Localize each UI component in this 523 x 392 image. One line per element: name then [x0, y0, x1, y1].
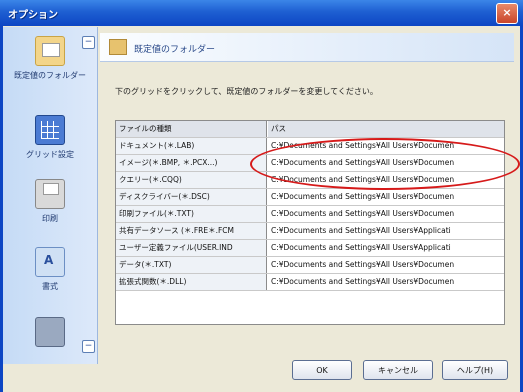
database-icon — [35, 317, 65, 347]
close-button[interactable]: × — [496, 3, 518, 24]
sidebar: 既定値のフォルダー グリッド設定 印刷 書式 — [3, 27, 98, 364]
file-type-cell: クエリー(＊.CQQ) — [116, 172, 267, 188]
sidebar-item-print[interactable]: 印刷 — [3, 179, 97, 224]
column-header-path: パス — [268, 121, 504, 137]
sidebar-item-label: 既定値のフォルダー — [14, 71, 86, 80]
file-type-cell: ユーザー定義ファイル(USER.IND — [116, 240, 267, 256]
section-title: 既定値のフォルダー — [134, 45, 216, 55]
file-type-cell: ドキュメント(＊.LAB) — [116, 138, 267, 154]
collapse-top-button[interactable]: − — [82, 36, 95, 49]
table-row[interactable]: 印刷ファイル(＊.TXT) C:¥Documents and Settings¥… — [116, 206, 504, 223]
sidebar-item-format[interactable]: 書式 — [3, 247, 97, 292]
instruction-text: 下のグリッドをクリックして、既定値のフォルダーを変更してください。 — [115, 87, 378, 96]
collapse-bottom-button[interactable]: − — [82, 340, 95, 353]
format-icon — [35, 247, 65, 277]
path-cell[interactable]: C:¥Documents and Settings¥All Users¥Docu… — [268, 189, 504, 205]
printer-icon — [35, 179, 65, 209]
table-header: ファイルの種類 パス — [116, 121, 504, 138]
table-row[interactable]: ディスクライバー(＊.DSC) C:¥Documents and Setting… — [116, 189, 504, 206]
folder-icon — [109, 39, 127, 55]
table-row[interactable]: データ(＊.TXT) C:¥Documents and Settings¥All… — [116, 257, 504, 274]
table-row[interactable]: 拡張式関数(＊.DLL) C:¥Documents and Settings¥A… — [116, 274, 504, 291]
section-header: 既定値のフォルダー — [100, 33, 514, 62]
file-type-cell: 拡張式関数(＊.DLL) — [116, 274, 267, 290]
window-title: オプション — [8, 10, 58, 21]
file-type-cell: イメージ(＊.BMP, ＊.PCX...) — [116, 155, 267, 171]
table-row[interactable]: ユーザー定義ファイル(USER.IND C:¥Documents and Set… — [116, 240, 504, 257]
sidebar-item-label: グリッド設定 — [26, 150, 74, 159]
sidebar-item-grid-settings[interactable]: グリッド設定 — [3, 115, 97, 160]
path-cell[interactable]: C:¥Documents and Settings¥All Users¥Docu… — [268, 257, 504, 273]
help-button[interactable]: ヘルプ(H) — [442, 360, 508, 380]
sidebar-item-label: 書式 — [42, 282, 58, 291]
path-cell[interactable]: C:¥Documents and Settings¥All Users¥Docu… — [268, 274, 504, 290]
column-header-file-type: ファイルの種類 — [116, 121, 267, 137]
highlight-ellipse — [250, 138, 520, 190]
folder-icon — [35, 36, 65, 66]
file-type-cell: ディスクライバー(＊.DSC) — [116, 189, 267, 205]
ok-button[interactable]: OK — [292, 360, 352, 380]
path-cell[interactable]: C:¥Documents and Settings¥All Users¥Docu… — [268, 206, 504, 222]
table-row[interactable]: 共有データソース (＊.FRE＊.FCM C:¥Documents and Se… — [116, 223, 504, 240]
sidebar-item-label: 印刷 — [42, 214, 58, 223]
file-type-cell: データ(＊.TXT) — [116, 257, 267, 273]
grid-icon — [35, 115, 65, 145]
path-cell[interactable]: C:¥Documents and Settings¥All Users¥Appl… — [268, 223, 504, 239]
file-type-cell: 共有データソース (＊.FRE＊.FCM — [116, 223, 267, 239]
cancel-button[interactable]: キャンセル — [363, 360, 433, 380]
title-bar[interactable]: オプション × — [0, 0, 523, 27]
path-cell[interactable]: C:¥Documents and Settings¥All Users¥Appl… — [268, 240, 504, 256]
file-type-cell: 印刷ファイル(＊.TXT) — [116, 206, 267, 222]
